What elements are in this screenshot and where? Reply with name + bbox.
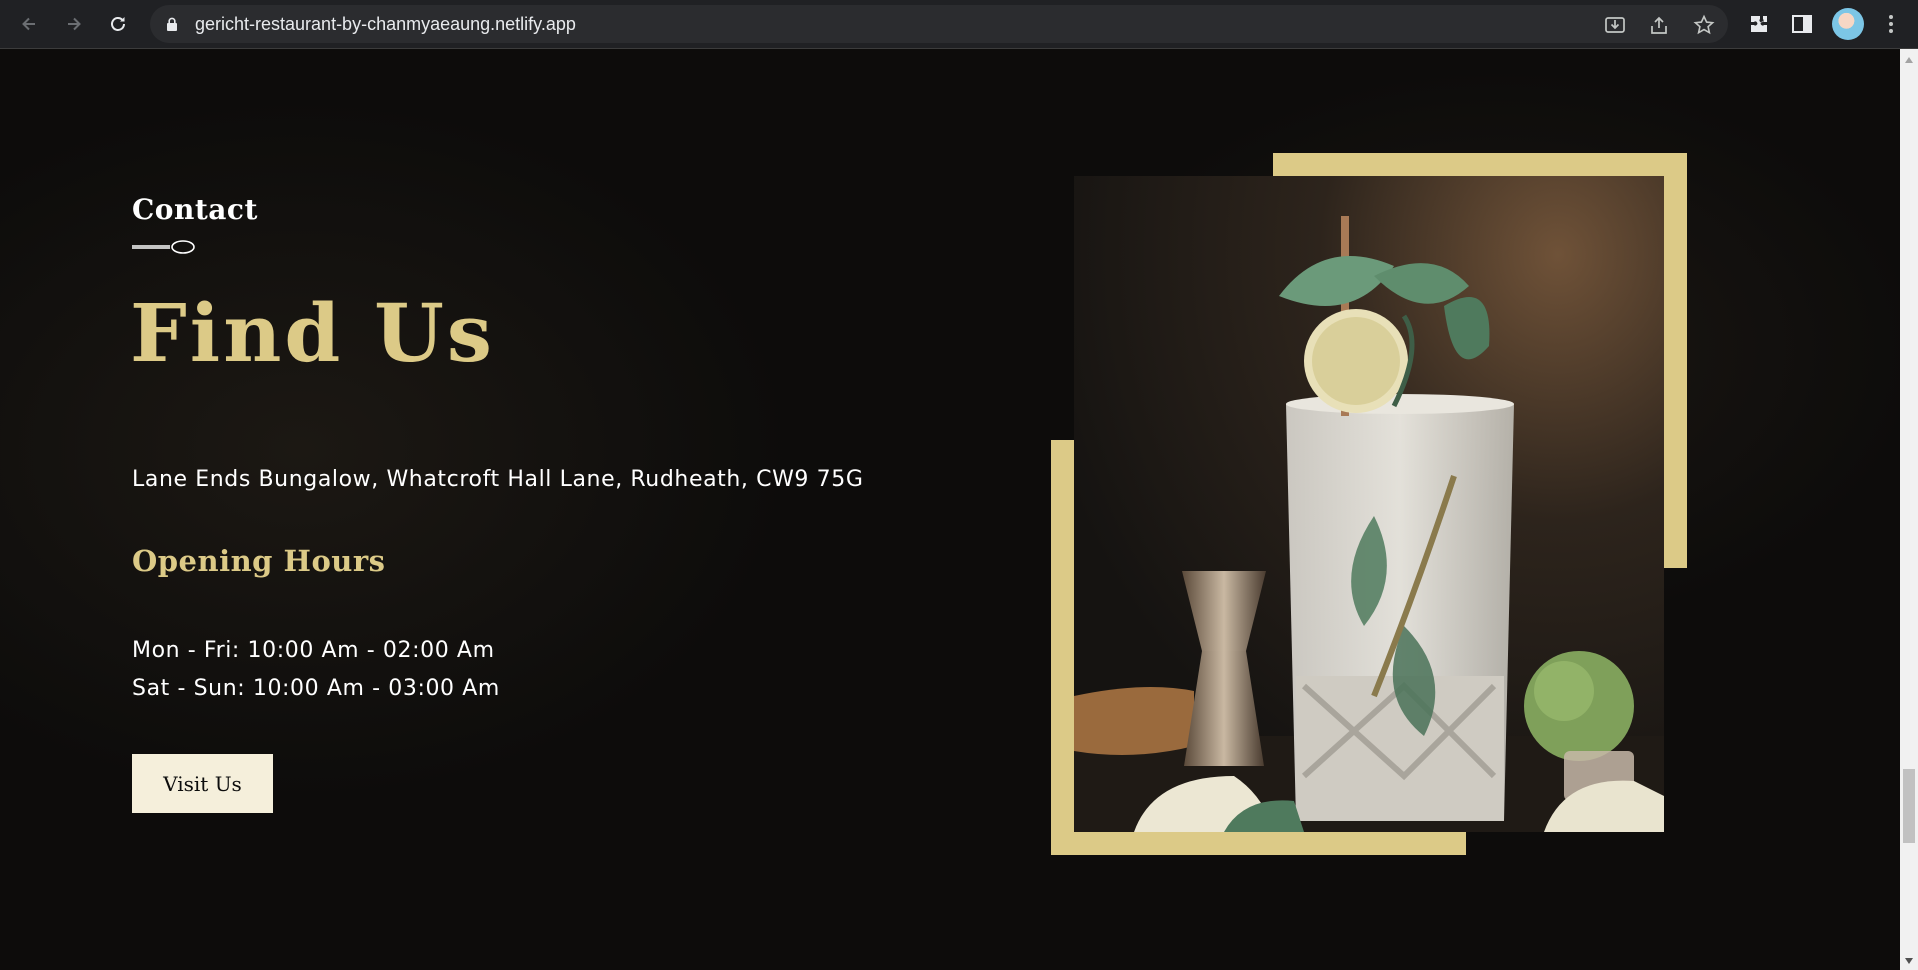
back-button[interactable] — [14, 10, 44, 38]
arrow-left-icon — [22, 17, 35, 31]
star-icon[interactable] — [1693, 14, 1715, 36]
arrow-right-icon — [68, 17, 81, 31]
spoon-icon — [132, 240, 195, 254]
forward-button[interactable] — [59, 10, 89, 38]
url-text[interactable]: gericht-restaurant-by-chanmyaeaung.netli… — [195, 5, 576, 43]
lock-icon[interactable] — [166, 17, 178, 31]
frame-left — [1051, 440, 1074, 855]
hours-weekend: Sat - Sun: 10:00 Am - 03:00 Am — [132, 676, 500, 701]
puzzle-icon[interactable] — [1747, 12, 1771, 36]
reload-icon — [111, 17, 125, 31]
browser-toolbar: gericht-restaurant-by-chanmyaeaung.netli… — [0, 0, 1918, 49]
find-us-section: Contact Find Us Lane Ends Bungalow, What… — [0, 49, 1900, 970]
hours-weekday: Mon - Fri: 10:00 Am - 02:00 Am — [132, 638, 495, 663]
address-bar[interactable]: gericht-restaurant-by-chanmyaeaung.netli… — [150, 5, 1728, 43]
section-subtitle: Contact — [132, 193, 258, 226]
page-title: Find Us — [130, 286, 495, 380]
scrollbar-thumb[interactable] — [1903, 769, 1915, 843]
frame-bottom — [1051, 832, 1466, 855]
reload-button[interactable] — [103, 10, 133, 38]
address-text: Lane Ends Bungalow, Whatcroft Hall Lane,… — [132, 467, 864, 492]
profile-avatar[interactable] — [1832, 8, 1864, 40]
scroll-up-icon[interactable] — [1905, 57, 1913, 63]
visit-us-button[interactable]: Visit Us — [132, 754, 273, 813]
frame-top — [1273, 153, 1687, 176]
more-vertical-icon[interactable] — [1888, 12, 1894, 36]
frame-right — [1664, 153, 1687, 568]
scroll-down-icon[interactable] — [1905, 958, 1913, 964]
scrollbar[interactable] — [1900, 49, 1918, 970]
install-icon[interactable] — [1604, 14, 1626, 36]
cocktail-image — [1074, 176, 1664, 832]
opening-hours-title: Opening Hours — [132, 544, 386, 578]
side-panel-icon[interactable] — [1790, 12, 1814, 36]
share-icon[interactable] — [1648, 14, 1670, 36]
